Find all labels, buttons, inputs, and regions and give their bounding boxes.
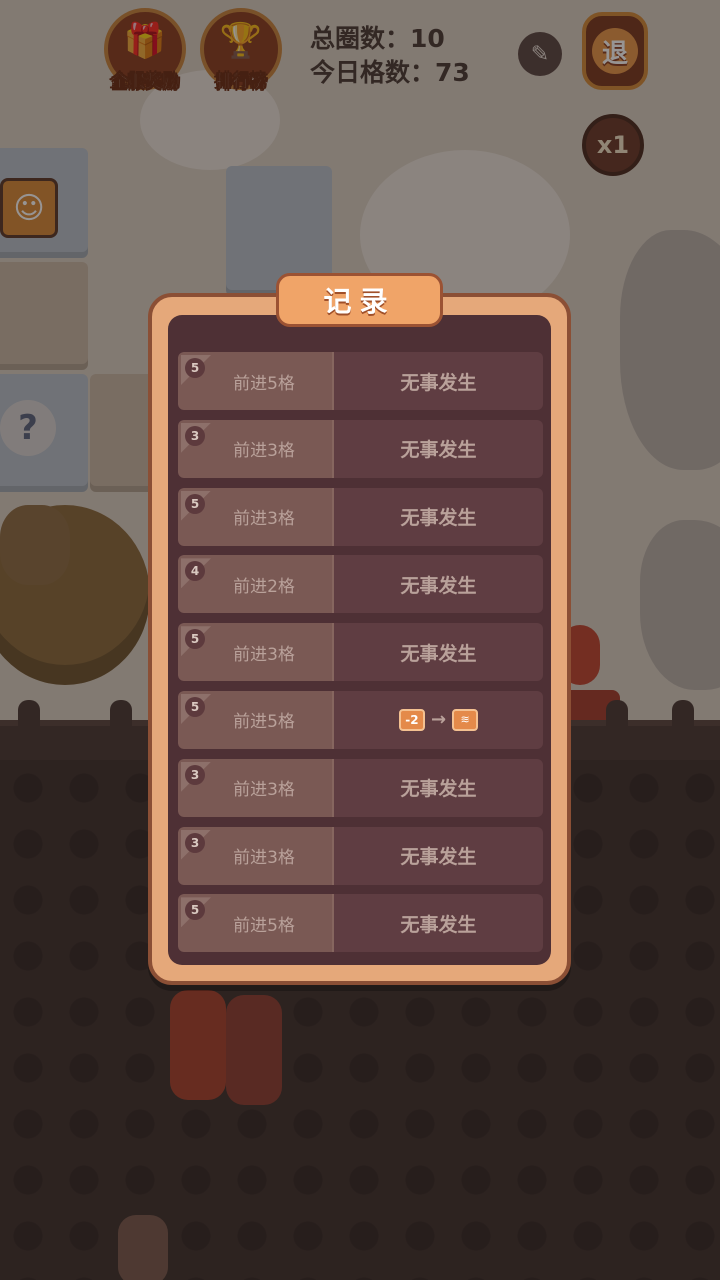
event-effect: -2 → ≋ [334,691,543,749]
event-text: 无事发生 [400,574,477,597]
arrow-right-icon: → [430,709,447,731]
penalty-chip: -2 [398,708,425,731]
record-row: 5 前进5格 -2 → ≋ [178,690,543,749]
record-move-cell: 5 前进5格 [178,894,334,953]
record-move-cell: 5 前进3格 [178,487,334,546]
move-text: 前进5格 [233,915,295,936]
record-row: 4 前进2格 无事发生 [178,555,543,614]
move-text: 前进3格 [233,441,295,462]
move-text: 前进3格 [233,644,295,665]
record-move-cell: 3 前进3格 [178,758,334,817]
record-row: 5 前进5格 无事发生 [178,894,543,953]
record-move-cell: 5 前进5格 [178,352,334,410]
move-text: 前进2格 [233,576,295,597]
event-text: 无事发生 [400,439,477,462]
move-text: 前进3格 [233,848,295,869]
record-row: 3 前进3格 无事发生 [178,758,543,817]
event-text: 无事发生 [400,507,477,530]
modal-title: 记录 [276,273,443,327]
event-text: 无事发生 [400,913,477,936]
record-row: 5 前进5格 无事发生 [178,352,543,410]
record-row: 5 前进3格 无事发生 [178,623,543,682]
event-text: 无事发生 [400,642,477,665]
record-move-cell: 5 前进3格 [178,623,334,682]
wave-icon: ≋ [452,708,479,731]
record-row: 5 前进3格 无事发生 [178,487,543,546]
event-text: 无事发生 [400,371,477,394]
record-row: 3 前进3格 无事发生 [178,826,543,885]
move-text: 前进3格 [233,509,295,530]
record-list: 5 前进5格 无事发生 3 前进3格 无事发生 5 前进3格 无事发生 4 前进… [178,352,543,962]
record-row: 3 前进3格 无事发生 [178,419,543,478]
event-text: 无事发生 [400,846,477,869]
move-text: 前进5格 [233,712,295,733]
move-text: 前进5格 [233,373,295,394]
record-move-cell: 3 前进3格 [178,419,334,478]
record-move-cell: 4 前进2格 [178,555,334,614]
move-text: 前进3格 [233,780,295,801]
record-move-cell: 5 前进5格 [178,690,334,749]
record-move-cell: 3 前进3格 [178,826,334,885]
event-text: 无事发生 [400,778,477,801]
